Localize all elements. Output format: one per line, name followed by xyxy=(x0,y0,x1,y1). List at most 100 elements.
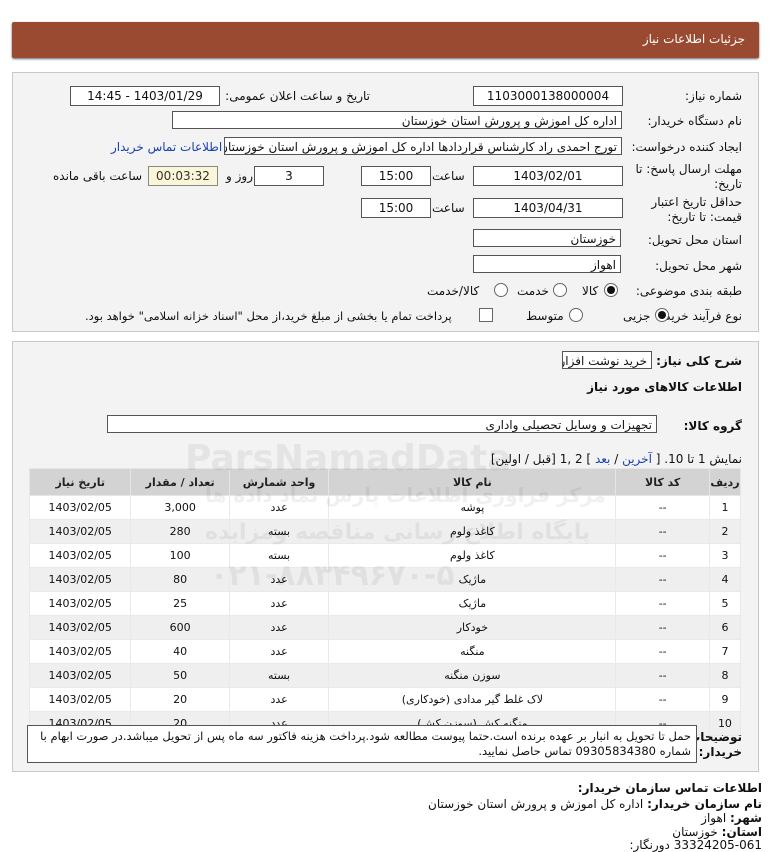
cell-date: 1403/02/05 xyxy=(28,495,132,520)
cell-code: -- xyxy=(615,543,710,568)
cell-code: -- xyxy=(615,639,710,664)
goods-info-title: اطلاعات کالاهای مورد نیاز xyxy=(587,380,742,394)
cell-row: 6 xyxy=(708,615,742,640)
cell-name: پوشه xyxy=(328,495,617,520)
pagination-sep: / xyxy=(610,452,619,466)
announce-field: 1403/01/29 - 14:45 xyxy=(70,86,220,106)
cell-name: ماژیک xyxy=(328,567,617,592)
contact-city-label: شهر: xyxy=(730,811,762,825)
purchase-medium-radio[interactable] xyxy=(569,308,583,322)
cell-code: -- xyxy=(615,615,710,640)
col-code: کد کالا xyxy=(615,468,710,496)
category-goods-label: کالا xyxy=(582,284,599,298)
need-number-field: 1103000138000004 xyxy=(473,86,623,106)
cell-code: -- xyxy=(615,591,710,616)
category-goods-service-label: کالا/خدمت xyxy=(427,284,480,298)
cell-code: -- xyxy=(615,663,710,688)
city-label: شهر محل تحویل: xyxy=(655,259,742,273)
treasury-payment-checkbox[interactable] xyxy=(479,308,493,322)
cell-date: 1403/02/05 xyxy=(28,687,132,712)
cell-qty: 280 xyxy=(130,519,230,544)
cell-qty: 25 xyxy=(130,591,230,616)
table-row: 8 -- سوزن منگنه بسته 50 1403/02/05 xyxy=(28,663,742,688)
table-row: 1 -- پوشه عدد 3,000 1403/02/05 xyxy=(28,495,742,520)
cell-qty: 50 xyxy=(130,663,230,688)
deadline-date-field: 1403/02/01 xyxy=(473,166,623,186)
cell-unit: بسته xyxy=(228,519,330,544)
cell-name: لاک غلط گیر مدادی (خودکاری) xyxy=(328,687,617,712)
province-field: خوزستان xyxy=(473,229,621,247)
purchase-minor-label: جزیی xyxy=(623,309,651,323)
day-and-label: روز و xyxy=(226,169,253,183)
cell-unit: عدد xyxy=(228,615,330,640)
announce-label: تاریخ و ساعت اعلان عمومی: xyxy=(225,89,370,103)
notes-box: حمل تا تحویل به انبار بر عهده برنده است.… xyxy=(27,725,697,763)
notes-label: توضیحات خریدار: xyxy=(688,730,742,759)
cell-name: ماژیک xyxy=(328,591,617,616)
cell-row: 2 xyxy=(708,519,742,544)
cell-row: 4 xyxy=(708,567,742,592)
cell-date: 1403/02/05 xyxy=(28,543,132,568)
contact-org-value: اداره کل اموزش و پرورش استان خوزستان xyxy=(428,797,644,811)
cell-unit: عدد xyxy=(228,687,330,712)
goods-table: ردیف کد کالا نام کالا واحد شمارش تعداد /… xyxy=(28,468,742,736)
pagination-last-link[interactable]: آخرین xyxy=(622,452,652,466)
treasury-payment-note: پرداخت تمام یا بخشی از مبلغ خرید،از محل … xyxy=(85,309,452,323)
summary-field: خرید نوشت افزار xyxy=(562,351,652,369)
cell-name: سوزن منگنه xyxy=(328,663,617,688)
cell-qty: 3,000 xyxy=(130,495,230,520)
pagination-prefix: نمایش 1 تا 10. [ xyxy=(655,452,742,466)
validity-label: حداقل تاریخ اعتبار قیمت: تا تاریخ: xyxy=(651,195,742,224)
cell-date: 1403/02/05 xyxy=(28,615,132,640)
cell-qty: 100 xyxy=(130,543,230,568)
city-field: اهواز xyxy=(473,255,621,273)
table-row: 4 -- ماژیک عدد 80 1403/02/05 xyxy=(28,567,742,592)
table-row: 9 -- لاک غلط گیر مدادی (خودکاری) عدد 20 1403/… xyxy=(28,687,742,712)
notes-text: حمل تا تحویل به انبار بر عهده برنده است.… xyxy=(40,729,691,758)
cell-qty: 80 xyxy=(130,567,230,592)
cell-date: 1403/02/05 xyxy=(28,663,132,688)
table-row: 5 -- ماژیک عدد 25 1403/02/05 xyxy=(28,591,742,616)
cell-unit: عدد xyxy=(228,495,330,520)
table-row: 7 -- منگنه عدد 40 1403/02/05 xyxy=(28,639,742,664)
cell-row: 8 xyxy=(708,663,742,688)
summary-label: شرح کلی نیاز: xyxy=(656,354,742,368)
pagination-pages: ] 2 ,1 xyxy=(559,452,592,466)
deadline-label: مهلت ارسال پاسخ: تا تاریخ: xyxy=(635,162,742,191)
category-goods-radio[interactable] xyxy=(604,283,618,297)
cell-code: -- xyxy=(615,495,710,520)
cell-row: 5 xyxy=(708,591,742,616)
cell-row: 7 xyxy=(708,639,742,664)
purchase-type-label: نوع فرآیند خرید : xyxy=(657,309,742,323)
remaining-time-field: 00:03:32 xyxy=(148,166,218,186)
category-goods-service-radio[interactable] xyxy=(494,283,508,297)
buyer-contact-link[interactable]: اطلاعات تماس خریدار xyxy=(111,140,222,154)
deadline-time-field: 15:00 xyxy=(361,166,431,186)
days-remaining-field: 3 xyxy=(254,166,324,186)
buyer-org-field: اداره کل اموزش و پرورش استان خوزستان xyxy=(172,111,622,129)
category-service-radio[interactable] xyxy=(553,283,567,297)
province-label: استان محل تحویل: xyxy=(647,233,742,247)
cell-name: منگنه xyxy=(328,639,617,664)
pagination: نمایش 1 تا 10. [ آخرین / بعد ] 2 ,1 [قبل… xyxy=(491,452,742,466)
cell-name: خودکار xyxy=(328,615,617,640)
table-row: 2 -- کاغذ ولوم بسته 280 1403/02/05 xyxy=(28,519,742,544)
validity-time-field: 15:00 xyxy=(361,198,431,218)
goods-group-field: تجهیزات و وسایل تحصیلی واداری xyxy=(107,415,657,433)
col-name: نام کالا xyxy=(328,468,617,496)
cell-unit: بسته xyxy=(228,663,330,688)
purchase-medium-label: متوسط xyxy=(526,309,564,323)
validity-date-field: 1403/04/31 xyxy=(473,198,623,218)
goods-table-header: ردیف کد کالا نام کالا واحد شمارش تعداد /… xyxy=(28,468,742,496)
deadline-time-label: ساعت xyxy=(432,169,465,183)
requester-label: ایجاد کننده درخواست: xyxy=(631,140,742,154)
category-service-label: خدمت xyxy=(517,284,549,298)
contact-org-row: نام سازمان خریدار: اداره کل اموزش و پرور… xyxy=(428,797,762,811)
contact-org-label: نام سازمان خریدار: xyxy=(647,797,762,811)
col-date: تاریخ نیاز xyxy=(28,468,132,496)
pagination-next-link[interactable]: بعد xyxy=(595,452,610,466)
cell-code: -- xyxy=(615,687,710,712)
table-row: 3 -- کاغذ ولوم بسته 100 1403/02/05 xyxy=(28,543,742,568)
col-unit: واحد شمارش xyxy=(228,468,330,496)
purchase-minor-radio[interactable] xyxy=(655,308,669,322)
